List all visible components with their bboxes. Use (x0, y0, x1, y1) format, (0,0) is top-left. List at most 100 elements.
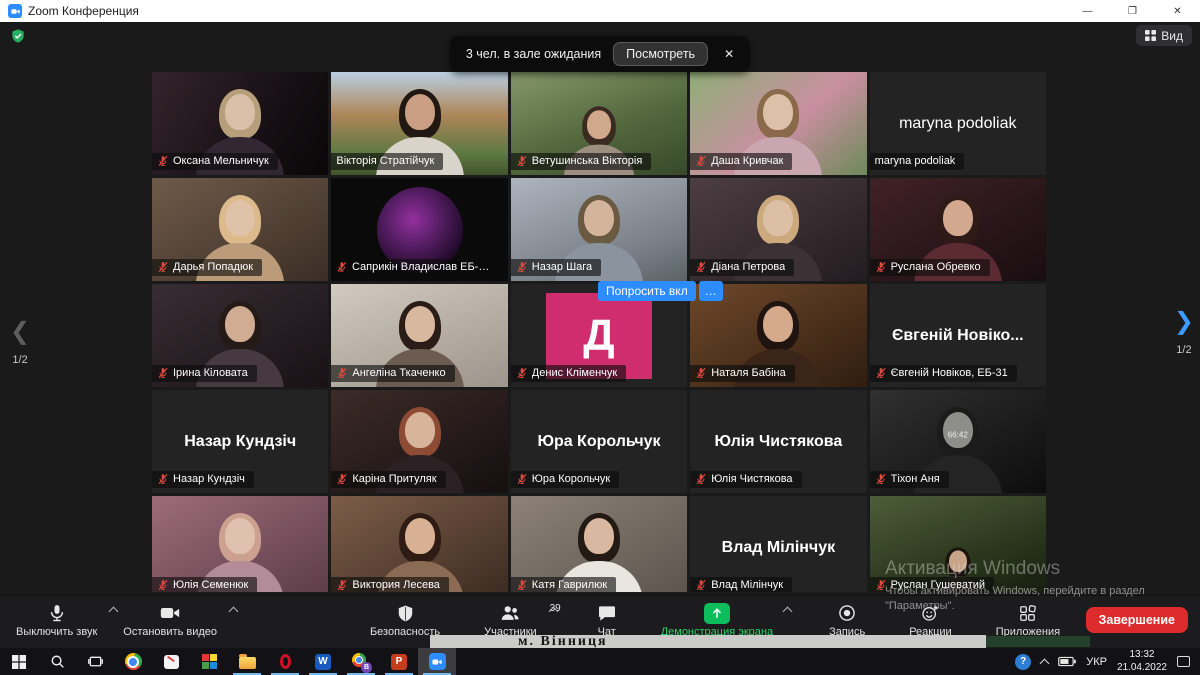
participant-tile[interactable]: Назар Шага (511, 178, 687, 281)
language-indicator[interactable]: УКР (1086, 656, 1107, 668)
muted-mic-icon (516, 261, 528, 273)
waiting-room-view-button[interactable]: Посмотреть (613, 42, 708, 66)
task-view-icon (88, 654, 103, 669)
participant-tile[interactable]: Ветушинська Вікторія (511, 72, 687, 175)
security-button[interactable]: Безопасность (360, 599, 450, 638)
battery-icon[interactable] (1058, 656, 1076, 667)
muted-mic-icon (516, 367, 528, 379)
chevron-right-icon[interactable]: ❯ (1174, 308, 1194, 336)
muted-mic-icon (875, 261, 887, 273)
muted-mic-icon (695, 367, 707, 379)
action-center-icon[interactable] (1177, 656, 1190, 667)
screen: Zoom Конференция — ❐ ✕ Вид 3 чел. в зале… (0, 0, 1200, 675)
taskbar-word-icon[interactable]: W (304, 648, 342, 675)
chat-button[interactable]: Чат (587, 599, 627, 638)
windows-taskbar: W B P ? УКР 13:32 21.04.2022 (0, 648, 1200, 675)
whiteboard-icon (164, 655, 179, 669)
participant-tile[interactable]: 66:42 Тіхон Аня (870, 390, 1046, 493)
taskbar-game-icon[interactable] (190, 648, 228, 675)
minimize-button[interactable]: — (1065, 0, 1110, 22)
name-tag: Катя Гаврилюк (511, 577, 616, 592)
hidden-icons-chevron[interactable] (1040, 658, 1050, 668)
name-tag: Каріна Притуляк (331, 471, 445, 488)
clock-time: 13:32 (1117, 649, 1167, 662)
participant-tile[interactable]: Назар Кундзіч Назар Кундзіч (152, 390, 328, 493)
help-tray-icon[interactable]: ? (1015, 654, 1031, 670)
windows-logo-icon (12, 655, 26, 669)
reactions-button[interactable]: Реакции (899, 599, 962, 638)
participant-tile[interactable]: Ангеліна Ткаченко (331, 284, 507, 387)
muted-mic-icon (875, 579, 887, 591)
participants-button[interactable]: 39 Участники (474, 599, 563, 638)
participant-name: Каріна Притуляк (352, 473, 436, 485)
participant-tile[interactable]: Оксана Мельничук (152, 72, 328, 175)
taskbar-explorer-icon[interactable] (228, 648, 266, 675)
record-button[interactable]: Запись (819, 599, 875, 638)
muted-mic-icon (695, 473, 707, 485)
participant-tile[interactable]: Вікторія Стратійчук (331, 72, 507, 175)
name-tag: Діана Петрова (690, 259, 794, 276)
next-page-control[interactable]: ❯ 1/2 (1174, 308, 1194, 356)
video-grid: Оксана Мельничук Вікторія Стратійчук (152, 72, 1046, 592)
participant-tile[interactable]: Виктория Лесева (331, 496, 507, 592)
end-meeting-button[interactable]: Завершение (1086, 607, 1188, 633)
participant-tile[interactable]: Дарья Попадюк (152, 178, 328, 281)
taskbar-clock[interactable]: 13:32 21.04.2022 (1117, 649, 1167, 674)
name-tag: Влад Мілінчук (690, 577, 792, 592)
stop-video-button[interactable]: Остановить видео (113, 599, 233, 638)
participant-tile[interactable]: Каріна Притуляк (331, 390, 507, 493)
smiley-reactions-icon (920, 601, 940, 625)
search-button[interactable] (38, 648, 76, 675)
close-button[interactable]: ✕ (1155, 0, 1200, 22)
participant-name: Юра Корольчук (532, 473, 610, 485)
participant-tile[interactable]: maryna podoliak maryna podoliak (870, 72, 1046, 175)
participant-tile[interactable]: Юлія Чистякова Юлія Чистякова (690, 390, 866, 493)
taskbar-chrome-icon[interactable] (114, 648, 152, 675)
taskbar-apps: W B P (0, 648, 456, 675)
chevron-up-icon[interactable] (229, 607, 239, 617)
view-button[interactable]: Вид (1136, 25, 1192, 46)
chevron-left-icon[interactable]: ❮ (10, 318, 30, 346)
muted-mic-icon (875, 367, 887, 379)
participant-name: Наталя Бабіна (711, 367, 786, 379)
participant-name: Катя Гаврилюк (532, 579, 607, 591)
participant-tile[interactable]: Ірина Кіловата (152, 284, 328, 387)
participant-tile[interactable]: Юлія Семенюк (152, 496, 328, 592)
participant-tile[interactable]: Даша Кривчак (690, 72, 866, 175)
participant-name: Денис Кліменчук (532, 367, 617, 379)
name-tag: Назар Кундзіч (152, 471, 254, 488)
chevron-up-icon[interactable] (783, 607, 793, 617)
taskbar-opera-icon[interactable] (266, 648, 304, 675)
apps-button[interactable]: Приложения (986, 599, 1070, 638)
participant-tile[interactable]: Діана Петрова (690, 178, 866, 281)
taskbar-whiteboard-icon[interactable] (152, 648, 190, 675)
previous-page-control[interactable]: ❮ 1/2 (10, 318, 30, 366)
task-view-button[interactable] (76, 648, 114, 675)
share-screen-button[interactable]: Демонстрация экрана (651, 599, 795, 638)
start-button[interactable] (0, 648, 38, 675)
taskbar-powerpoint-icon[interactable]: P (380, 648, 418, 675)
toolbar-left-group: Выключить звук Остановить видео (6, 599, 233, 638)
participant-tile[interactable]: Юра Корольчук Юра Корольчук (511, 390, 687, 493)
participant-name: Назар Шага (532, 261, 592, 273)
encryption-shield-icon[interactable] (10, 28, 26, 49)
participant-tile[interactable]: Руслан Гушеватий (870, 496, 1046, 592)
participant-tile[interactable]: Євгеній Новіко... Євгеній Новіков, ЕБ-31 (870, 284, 1046, 387)
participant-tile[interactable]: Руслана Обревко (870, 178, 1046, 281)
name-tag: Тіхон Аня (870, 471, 949, 488)
mute-button[interactable]: Выключить звук (6, 599, 113, 638)
system-tray: ? УКР 13:32 21.04.2022 (1015, 648, 1200, 675)
waiting-room-close-icon[interactable]: ✕ (720, 45, 738, 63)
name-tag: Даша Кривчак (690, 153, 792, 170)
name-tag: Дарья Попадюк (152, 259, 262, 276)
participant-name: Виктория Лесева (352, 579, 440, 591)
page-indicator-right: 1/2 (1174, 344, 1194, 356)
taskbar-zoom-icon[interactable] (418, 648, 456, 675)
restore-button[interactable]: ❐ (1110, 0, 1155, 22)
more-options-button[interactable]: … (699, 281, 723, 301)
participant-tile[interactable]: Саприкін Владислав ЕБ-31д (331, 178, 507, 281)
ask-to-unmute-button[interactable]: Попросить вкл (598, 281, 696, 301)
taskbar-browser-profile-icon[interactable]: B (342, 648, 380, 675)
participant-tile[interactable]: Влад Мілінчук Влад Мілінчук (690, 496, 866, 592)
participant-tile[interactable]: Катя Гаврилюк (511, 496, 687, 592)
